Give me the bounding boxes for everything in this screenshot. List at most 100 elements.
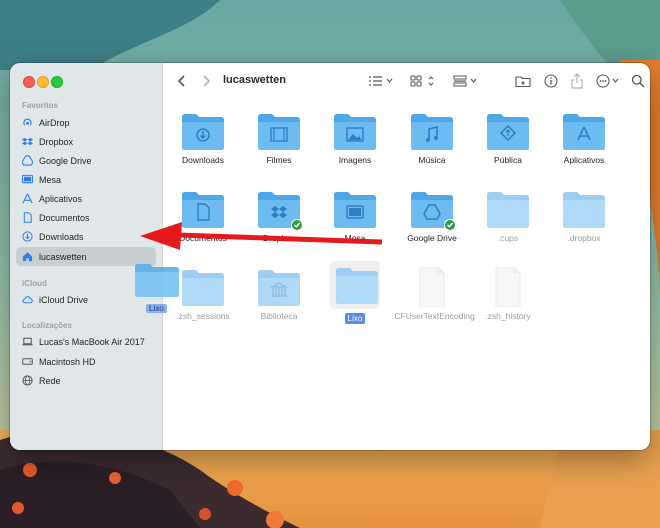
finder-window: Favoritos AirDrop Dropbox Google Drive M…	[10, 63, 650, 450]
synced-check-icon	[291, 219, 303, 231]
sidebar-item-label: Documentos	[39, 212, 90, 223]
file-item[interactable]: Biblioteca	[239, 267, 319, 322]
file-item[interactable]: Filmes	[239, 111, 319, 166]
window-title: lucaswetten	[223, 74, 286, 86]
laptop-icon	[22, 336, 33, 347]
file-label: Aplicativos	[563, 155, 605, 165]
file-item[interactable]: Mesa	[315, 189, 395, 244]
cloud-icon	[22, 294, 33, 305]
document-file-icon	[410, 266, 454, 308]
file-item[interactable]: Documentos	[163, 189, 243, 244]
folder-icon	[333, 111, 377, 151]
forward-chevron-icon[interactable]	[197, 72, 215, 90]
sidebar-item-rede[interactable]: Rede	[16, 371, 156, 390]
file-grid: Downloads Filmes Imagens Música Pública Aplic…	[163, 99, 650, 450]
sidebar-item-downloads[interactable]: Downloads	[16, 227, 156, 246]
toolbar: lucaswetten	[163, 63, 650, 99]
sidebar-item-documentos[interactable]: Documentos	[16, 208, 156, 227]
group-icon[interactable]	[452, 72, 482, 90]
sidebar-item-label: iCloud Drive	[39, 294, 89, 305]
desktop-icon	[22, 174, 33, 185]
folder-icon	[486, 111, 530, 151]
file-label: Música	[418, 155, 446, 165]
file-label: .cups	[497, 233, 519, 243]
more-icon[interactable]	[595, 72, 623, 90]
synced-check-icon	[444, 219, 456, 231]
airdrop-icon	[22, 117, 33, 128]
sidebar-item-label: Mesa	[39, 174, 62, 185]
google-drive-icon	[22, 155, 33, 166]
sidebar-item-label: Downloads	[39, 231, 84, 242]
file-label: Mesa	[344, 233, 366, 243]
file-item[interactable]: Downloads	[163, 111, 243, 166]
applications-icon	[22, 193, 33, 204]
file-label: .dropbox	[567, 233, 601, 243]
file-item[interactable]: .dropbox	[544, 189, 624, 244]
sidebar-item-macbook[interactable]: Lucas's MacBook Air 2017	[16, 332, 156, 351]
file-label: .CFUserTextEncoding	[392, 311, 475, 321]
disk-icon	[22, 356, 33, 367]
sidebar-item-google-drive[interactable]: Google Drive	[16, 151, 156, 170]
sidebar-item-label: Lucas's MacBook Air 2017	[39, 336, 145, 347]
folder-icon	[562, 111, 606, 151]
minimize-window-button[interactable]	[37, 76, 49, 88]
dragged-item-label: Lixo	[146, 304, 167, 313]
file-label: .zsh_history	[485, 311, 531, 321]
folder-icon	[181, 189, 225, 229]
folder-icon	[181, 111, 225, 151]
dropbox-icon	[22, 136, 33, 147]
sidebar: Favoritos AirDrop Dropbox Google Drive M…	[10, 63, 163, 450]
sidebar-item-mesa[interactable]: Mesa	[16, 170, 156, 189]
file-item[interactable]: Aplicativos	[544, 111, 624, 166]
sidebar-item-label: AirDrop	[39, 117, 70, 128]
file-item[interactable]: Pública	[468, 111, 548, 166]
sidebar-item-label: Dropbox	[39, 136, 74, 147]
folder-icon	[181, 267, 225, 307]
sidebar-item-macintosh-hd[interactable]: Macintosh HD	[16, 352, 156, 371]
close-window-button[interactable]	[23, 76, 35, 88]
folder-icon	[486, 189, 530, 229]
fullscreen-window-button[interactable]	[51, 76, 63, 88]
sidebar-item-dropbox[interactable]: Dropbox	[16, 132, 156, 151]
sidebar-item-aplicativos[interactable]: Aplicativos	[16, 189, 156, 208]
document-file-icon	[486, 266, 530, 308]
folder-icon	[410, 111, 454, 151]
file-label: Filmes	[266, 155, 292, 165]
sidebar-section-icloud: iCloud	[22, 279, 47, 288]
file-item[interactable]: .cups	[468, 189, 548, 244]
share-icon[interactable]	[568, 72, 586, 90]
folder-icon	[257, 189, 303, 231]
sidebar-item-label: Google Drive	[39, 155, 92, 166]
list-view-icon[interactable]	[367, 72, 395, 90]
grid-view-icon[interactable]	[409, 72, 439, 90]
sidebar-item-label: Rede	[39, 375, 61, 386]
file-label: .zsh_sessions	[176, 311, 230, 321]
rename-field[interactable]: Lixo	[344, 313, 366, 324]
file-label: Biblioteca	[260, 311, 298, 321]
file-label: Pública	[494, 155, 522, 165]
sidebar-item-label: Macintosh HD	[39, 356, 96, 367]
new-folder-icon[interactable]	[514, 72, 532, 90]
folder-icon	[257, 267, 301, 307]
file-label: Dropbox	[262, 233, 296, 243]
back-chevron-icon[interactable]	[173, 72, 191, 90]
file-label: Lixo	[315, 313, 395, 324]
file-item[interactable]: Lixo	[315, 261, 395, 324]
sidebar-item-label: lucaswetten	[39, 251, 87, 262]
info-icon[interactable]	[542, 72, 560, 90]
folder-icon	[562, 189, 606, 229]
file-item[interactable]: .CFUserTextEncoding	[392, 266, 475, 322]
folder-icon	[330, 261, 380, 309]
file-item[interactable]: .zsh_history	[468, 266, 548, 322]
folder-icon	[410, 189, 456, 231]
file-label: Documentos	[179, 233, 227, 243]
file-item[interactable]: Google Drive	[392, 189, 472, 244]
file-item[interactable]: Dropbox	[239, 189, 319, 244]
sidebar-section-favorites: Favoritos	[22, 101, 59, 110]
search-icon[interactable]	[629, 72, 647, 90]
file-item[interactable]: Imagens	[315, 111, 395, 166]
sidebar-section-locations: Localizações	[22, 321, 72, 330]
sidebar-item-airdrop[interactable]: AirDrop	[16, 113, 156, 132]
sidebar-item-label: Aplicativos	[39, 193, 83, 204]
file-item[interactable]: Música	[392, 111, 472, 166]
